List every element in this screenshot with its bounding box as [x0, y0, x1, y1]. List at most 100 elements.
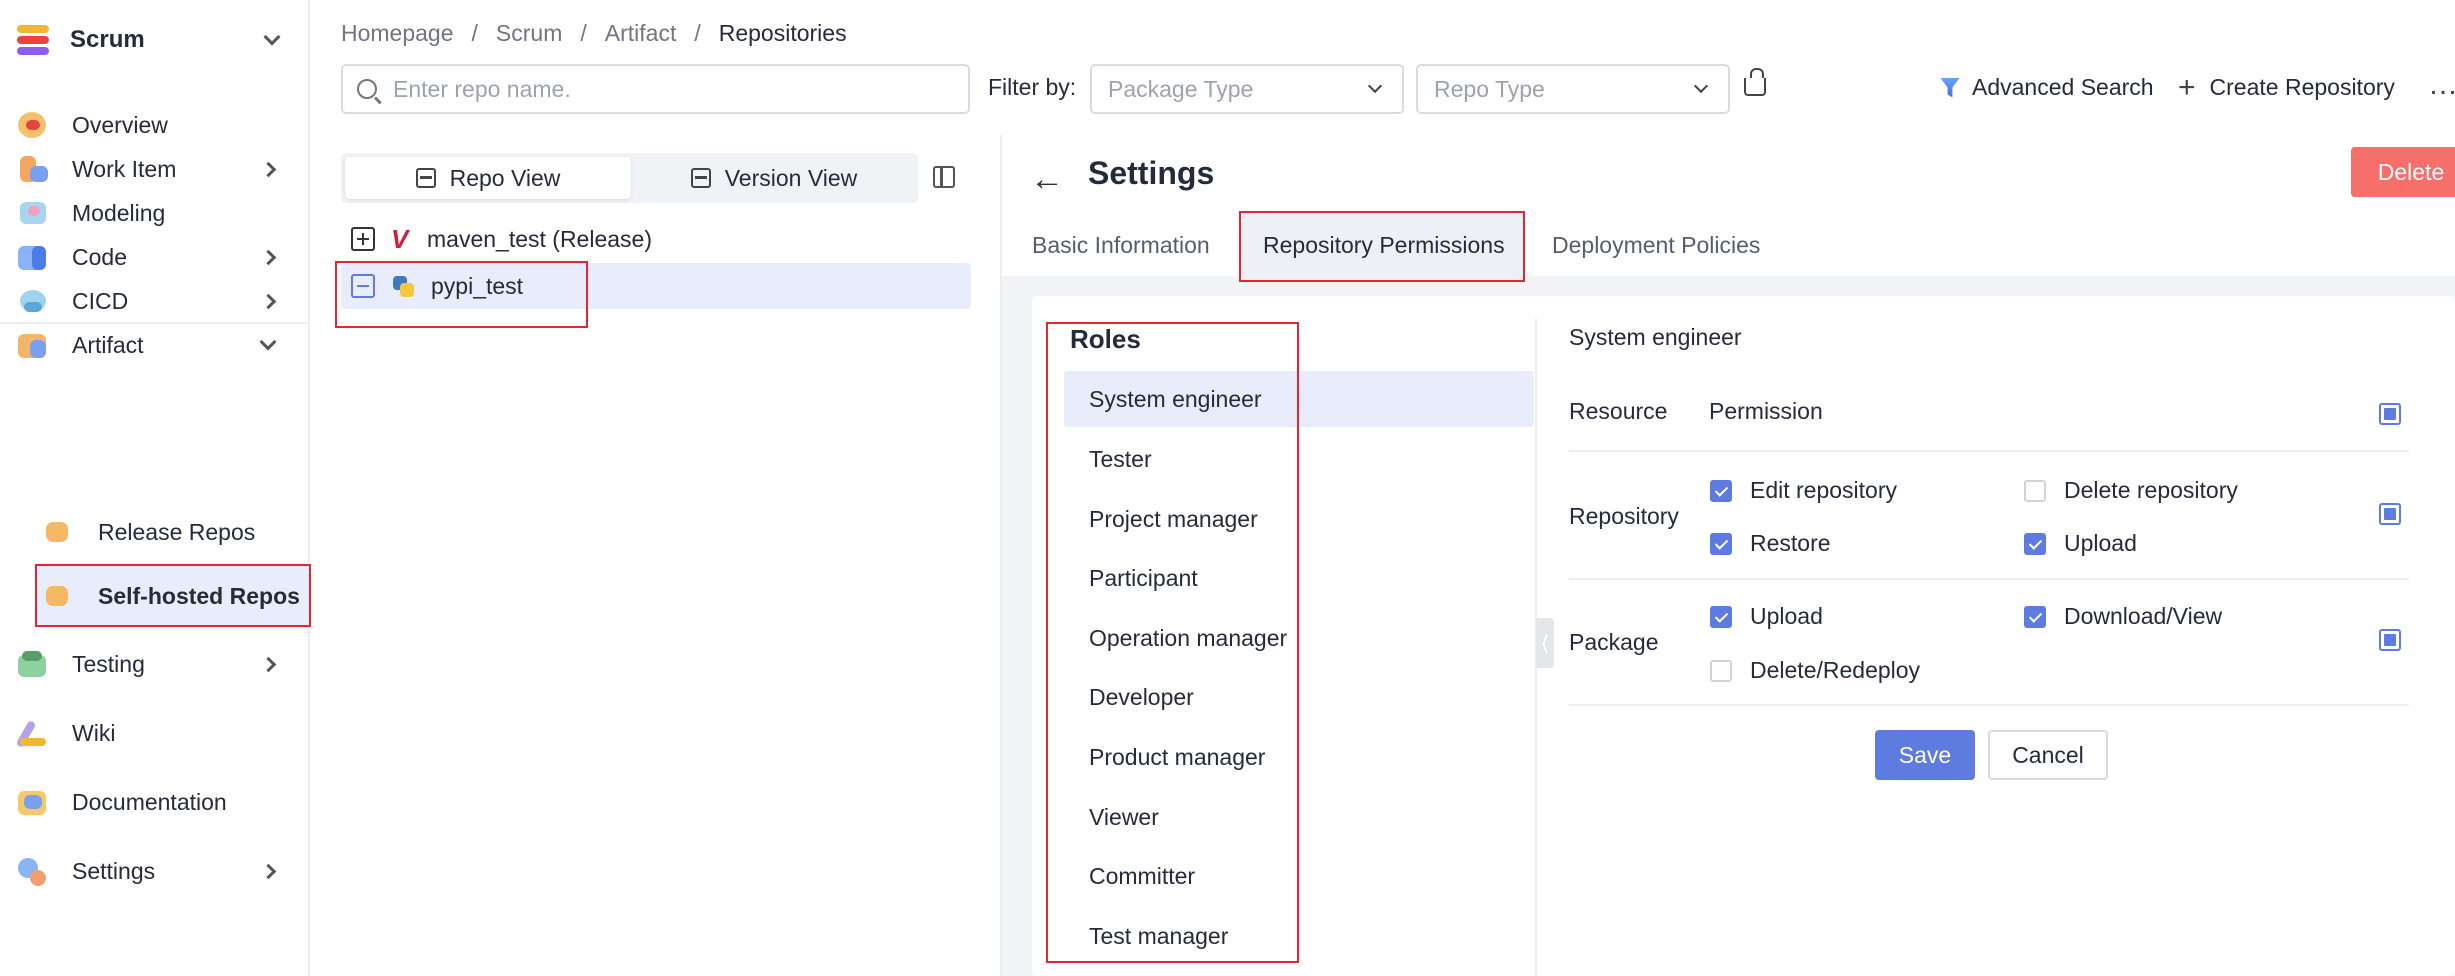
- wiki-icon: [15, 718, 50, 749]
- breadcrumb: Homepage / Scrum / Artifact / Repositori…: [341, 20, 847, 47]
- sidebar-item-documentation[interactable]: Documentation: [0, 772, 308, 832]
- role-item-developer[interactable]: Developer: [1064, 669, 1534, 725]
- sidebar-item-wiki[interactable]: Wiki: [0, 703, 308, 763]
- modeling-icon: [16, 198, 50, 228]
- breadcrumb-separator: /: [694, 20, 701, 46]
- project-switcher[interactable]: Scrum: [0, 0, 308, 80]
- breadcrumb-homepage[interactable]: Homepage: [341, 20, 454, 47]
- permission-delete-redeploy[interactable]: Delete/Redeploy: [1710, 657, 1920, 684]
- expand-icon[interactable]: [351, 227, 375, 251]
- checkbox-checked[interactable]: [2024, 532, 2046, 555]
- select-all-checkbox[interactable]: [2379, 403, 2401, 425]
- checkbox-unchecked[interactable]: [2024, 479, 2046, 502]
- breadcrumb-scrum[interactable]: Scrum: [496, 20, 562, 47]
- checkbox-checked[interactable]: [1710, 479, 1732, 502]
- chevron-right-icon: [260, 293, 277, 309]
- project-name: Scrum: [70, 26, 145, 53]
- sidebar-item-label: Artifact: [72, 331, 144, 358]
- permission-edit-repository[interactable]: Edit repository: [1710, 477, 1897, 504]
- search-icon: [357, 79, 377, 99]
- settings-icon: [16, 856, 50, 886]
- sidebar-item-artifact[interactable]: Artifact: [0, 315, 308, 375]
- breadcrumb-artifact[interactable]: Artifact: [605, 20, 677, 47]
- repo-tree-item-maven-test[interactable]: V maven_test (Release): [341, 216, 971, 262]
- chevron-down-icon: [1367, 78, 1383, 94]
- repo-view-button[interactable]: Repo View: [345, 157, 631, 199]
- tab-deployment-policies[interactable]: Deployment Policies: [1552, 232, 1760, 259]
- resource-header: Resource: [1569, 398, 1668, 424]
- role-item-tester[interactable]: Tester: [1064, 431, 1534, 487]
- permission-package-upload[interactable]: Upload: [1710, 603, 1823, 630]
- chevron-right-icon: [260, 863, 277, 879]
- checkbox-checked[interactable]: [2024, 605, 2046, 628]
- permission-download-view[interactable]: Download/View: [2024, 603, 2222, 630]
- tab-basic-information[interactable]: Basic Information: [1032, 232, 1210, 259]
- table-divider: [1569, 450, 2409, 452]
- checkbox-unchecked[interactable]: [1710, 659, 1732, 682]
- plus-icon: +: [2178, 70, 2196, 104]
- sidebar: Scrum Overview Work Item Modeling Code C…: [0, 0, 310, 976]
- permission-delete-repository[interactable]: Delete repository: [2024, 477, 2238, 504]
- repo-search-box[interactable]: [341, 64, 970, 114]
- cicd-icon: [16, 286, 50, 316]
- repo-type-placeholder: Repo Type: [1434, 75, 1545, 102]
- cancel-button[interactable]: Cancel: [1988, 730, 2108, 780]
- permission-label: Delete repository: [2064, 477, 2238, 503]
- breadcrumb-separator: /: [580, 20, 587, 46]
- version-view-icon: [690, 168, 711, 188]
- back-arrow-icon[interactable]: ←: [1030, 160, 1064, 199]
- role-item-test-manager[interactable]: Test manager: [1064, 908, 1534, 964]
- save-button[interactable]: Save: [1875, 730, 1975, 780]
- repository-row-select-checkbox[interactable]: [2379, 503, 2401, 525]
- permission-label: Download/View: [2064, 603, 2223, 629]
- role-item-project-manager[interactable]: Project manager: [1064, 491, 1534, 547]
- package-type-placeholder: Package Type: [1108, 75, 1254, 102]
- create-repository-button[interactable]: + Create Repository: [2178, 70, 2395, 104]
- breadcrumb-repositories: Repositories: [718, 20, 847, 46]
- role-item-committer[interactable]: Committer: [1064, 848, 1534, 904]
- checkbox-checked[interactable]: [1710, 605, 1732, 628]
- advanced-search-button[interactable]: Advanced Search: [1940, 74, 2154, 101]
- role-item-participant[interactable]: Participant: [1064, 550, 1534, 606]
- basket-icon[interactable]: [1744, 68, 1766, 96]
- checkbox-indeterminate: [2379, 403, 2401, 425]
- more-icon[interactable]: …: [2428, 68, 2455, 102]
- collapse-icon[interactable]: [351, 274, 375, 298]
- breadcrumb-separator: /: [471, 20, 478, 46]
- chevron-down-icon: [263, 28, 281, 46]
- table-divider: [1569, 578, 2409, 580]
- search-input[interactable]: [393, 75, 953, 103]
- permission-repository-upload[interactable]: Upload: [2024, 530, 2137, 557]
- package-type-select[interactable]: Package Type: [1090, 64, 1404, 114]
- repo-view-label: Repo View: [449, 164, 561, 191]
- table-divider: [1569, 704, 2409, 706]
- repo-tree-item-pypi-test[interactable]: pypi_test: [341, 263, 971, 309]
- delete-button[interactable]: Delete: [2351, 147, 2455, 197]
- self-hosted-repos-icon: [46, 586, 68, 606]
- role-item-system-engineer[interactable]: System engineer: [1064, 371, 1534, 427]
- python-icon: [391, 274, 415, 298]
- version-view-button[interactable]: Version View: [631, 157, 917, 199]
- permission-restore[interactable]: Restore: [1710, 530, 1831, 557]
- sidebar-item-settings[interactable]: Settings: [0, 841, 308, 901]
- role-item-product-manager[interactable]: Product manager: [1064, 729, 1534, 785]
- resource-repository-label: Repository: [1569, 503, 1679, 529]
- tab-repository-permissions[interactable]: Repository Permissions: [1263, 232, 1505, 259]
- sidebar-item-testing[interactable]: Testing: [0, 634, 308, 694]
- panel-collapse-handle[interactable]: ⟨: [1536, 618, 1554, 668]
- permission-label: Restore: [1750, 530, 1831, 556]
- checkbox-checked[interactable]: [1710, 532, 1732, 555]
- repo-view-icon: [415, 168, 436, 188]
- roles-title: Roles: [1070, 324, 1141, 354]
- sidebar-item-release-repos[interactable]: Release Repos: [0, 502, 308, 562]
- repo-type-select[interactable]: Repo Type: [1416, 64, 1730, 114]
- scrum-logo-icon: [14, 21, 52, 59]
- chevron-down-icon: [1693, 78, 1709, 94]
- role-item-viewer[interactable]: Viewer: [1064, 789, 1534, 845]
- chevron-right-icon: [260, 656, 277, 672]
- sidebar-item-self-hosted-repos[interactable]: Self-hosted Repos: [36, 566, 308, 626]
- work-item-icon: [16, 154, 50, 184]
- package-row-select-checkbox[interactable]: [2379, 629, 2401, 651]
- role-item-operation-manager[interactable]: Operation manager: [1064, 610, 1534, 666]
- collapse-panel-icon[interactable]: [933, 166, 955, 188]
